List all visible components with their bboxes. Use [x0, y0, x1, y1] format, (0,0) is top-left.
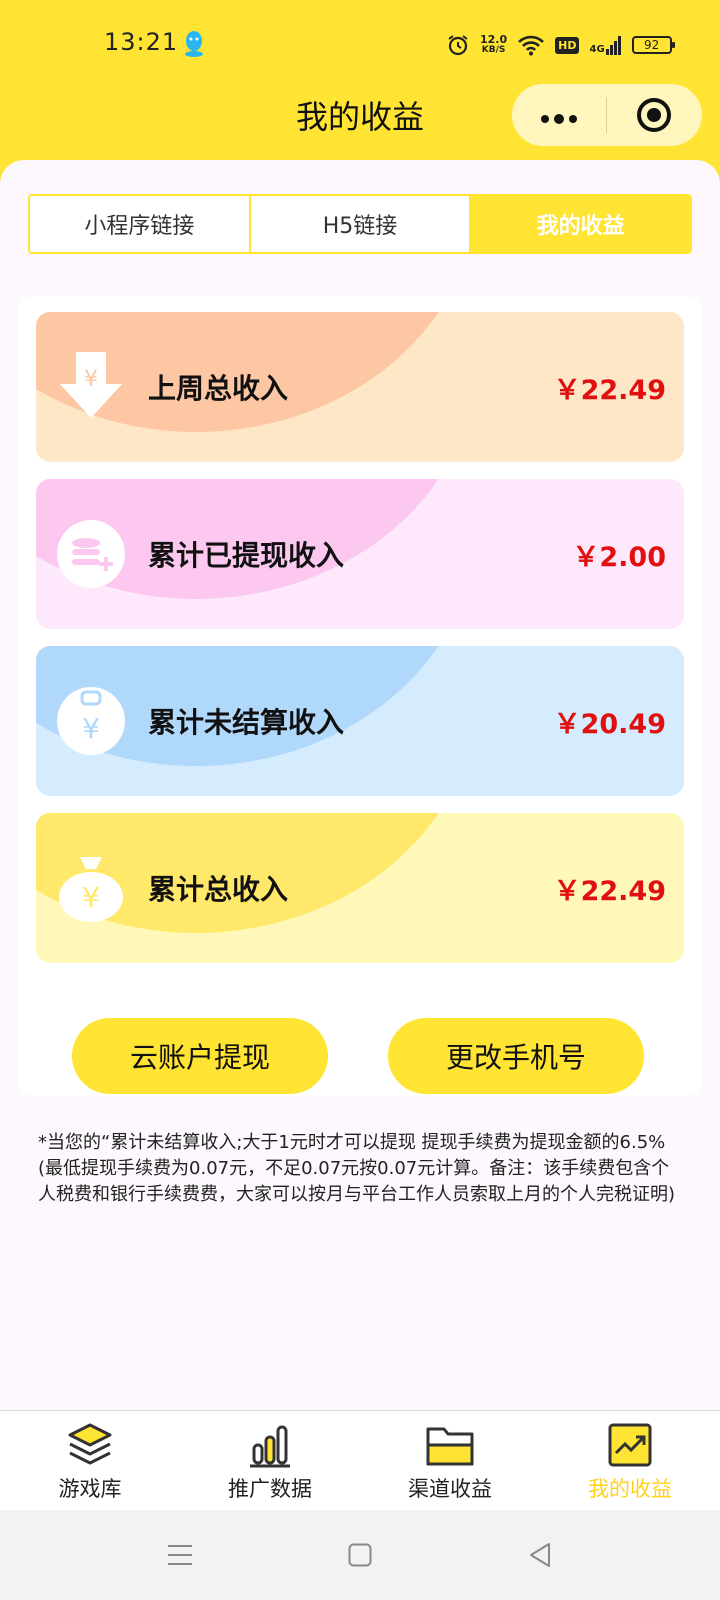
back-button[interactable]	[450, 1542, 630, 1568]
withdraw-button[interactable]: 云账户提现	[72, 1018, 328, 1094]
tabbar-item-my-earnings[interactable]: 我的收益	[540, 1411, 720, 1510]
alarm-icon	[448, 35, 468, 56]
tabbar-item-game-library[interactable]: 游戏库	[0, 1411, 180, 1510]
home-button[interactable]	[270, 1543, 450, 1567]
more-dots-icon	[541, 113, 577, 124]
tab-my-earnings[interactable]: 我的收益	[469, 196, 690, 252]
tabbar-label: 游戏库	[58, 1477, 122, 1501]
status-bar: 13:21 12.0 KB/S HD 4G 92	[0, 0, 720, 90]
yen-clipboard-icon: ¥	[57, 687, 125, 755]
mini-program-capsule	[512, 84, 702, 146]
bottom-tabbar: 游戏库 推广数据 渠道收益 我的收益	[0, 1410, 720, 1510]
income-amount: ￥22.49	[553, 876, 666, 907]
more-button[interactable]	[512, 99, 606, 132]
folder-icon	[426, 1427, 474, 1466]
layers-icon	[68, 1423, 112, 1465]
recent-apps-button[interactable]	[90, 1543, 270, 1567]
earnings-card-container: ¥ 上周总收入 ￥22.49 累计已提现收入 ￥2.00 ¥ 累计未结算收入 ￥…	[18, 296, 702, 1096]
bar-chart-icon	[250, 1425, 290, 1468]
battery-indicator: 92	[631, 36, 675, 54]
tabbar-item-promotion-data[interactable]: 推广数据	[180, 1411, 360, 1510]
network-type: 4G	[589, 44, 605, 55]
income-amount: ￥20.49	[553, 709, 666, 740]
income-label: 累计总收入	[148, 873, 289, 906]
tabbar-label: 推广数据	[228, 1477, 312, 1501]
svg-text:¥: ¥	[82, 881, 100, 914]
back-triangle-icon	[530, 1543, 550, 1567]
fee-note: *当您的“累计未结算收入;大于1元时才可以提现 提现手续费为提现金额的6.5%(…	[38, 1132, 676, 1205]
svg-text:¥: ¥	[84, 367, 98, 392]
income-card-last-week: ¥ 上周总收入 ￥22.49	[36, 312, 684, 462]
income-card-unsettled: ¥ 累计未结算收入 ￥20.49	[36, 646, 684, 796]
coins-plus-icon	[57, 520, 125, 588]
tab-mini-program-link[interactable]: 小程序链接	[30, 196, 249, 252]
income-label: 上周总收入	[148, 372, 289, 405]
signal-bars-icon	[605, 36, 621, 55]
income-amount: ￥2.00	[572, 542, 666, 573]
menu-lines-icon	[168, 1545, 192, 1565]
status-icons: 12.0 KB/S HD 4G 92	[446, 28, 675, 62]
qq-icon	[185, 31, 203, 57]
trend-chart-icon	[608, 1423, 652, 1467]
segment-tabs: 小程序链接 H5链接 我的收益	[28, 194, 692, 254]
square-icon	[348, 1543, 372, 1567]
close-mini-program-button[interactable]	[607, 96, 701, 134]
wifi-icon	[518, 35, 545, 56]
income-card-withdrawn: 累计已提现收入 ￥2.00	[36, 479, 684, 629]
content-panel: 小程序链接 H5链接 我的收益 ¥ 上周总收入 ￥22.49 累计已提现收入 ￥…	[0, 160, 720, 1410]
tab-h5-link[interactable]: H5链接	[248, 196, 470, 252]
target-circle-icon	[637, 98, 671, 132]
net-speed-value: 12.0	[480, 33, 508, 46]
income-label: 累计已提现收入	[148, 539, 345, 572]
tabbar-label: 渠道收益	[408, 1477, 492, 1501]
status-time: 13:21	[104, 28, 179, 56]
yen-download-icon: ¥	[60, 352, 122, 418]
net-speed-unit: KB/S	[481, 45, 506, 55]
tabbar-label: 我的收益	[588, 1477, 672, 1501]
income-label: 累计未结算收入	[148, 706, 345, 739]
tabbar-item-channel-earnings[interactable]: 渠道收益	[360, 1411, 540, 1510]
money-bag-icon: ¥	[59, 857, 123, 922]
hd-badge: HD	[555, 36, 580, 54]
income-amount: ￥22.49	[553, 375, 666, 406]
system-navigation-bar	[0, 1510, 720, 1600]
change-phone-button[interactable]: 更改手机号	[388, 1018, 644, 1094]
net-speed: 12.0 KB/S	[480, 34, 507, 56]
income-card-total: ¥ 累计总收入 ￥22.49	[36, 813, 684, 963]
svg-text:¥: ¥	[82, 712, 100, 745]
cell-signal-icon: 4G	[589, 35, 621, 55]
